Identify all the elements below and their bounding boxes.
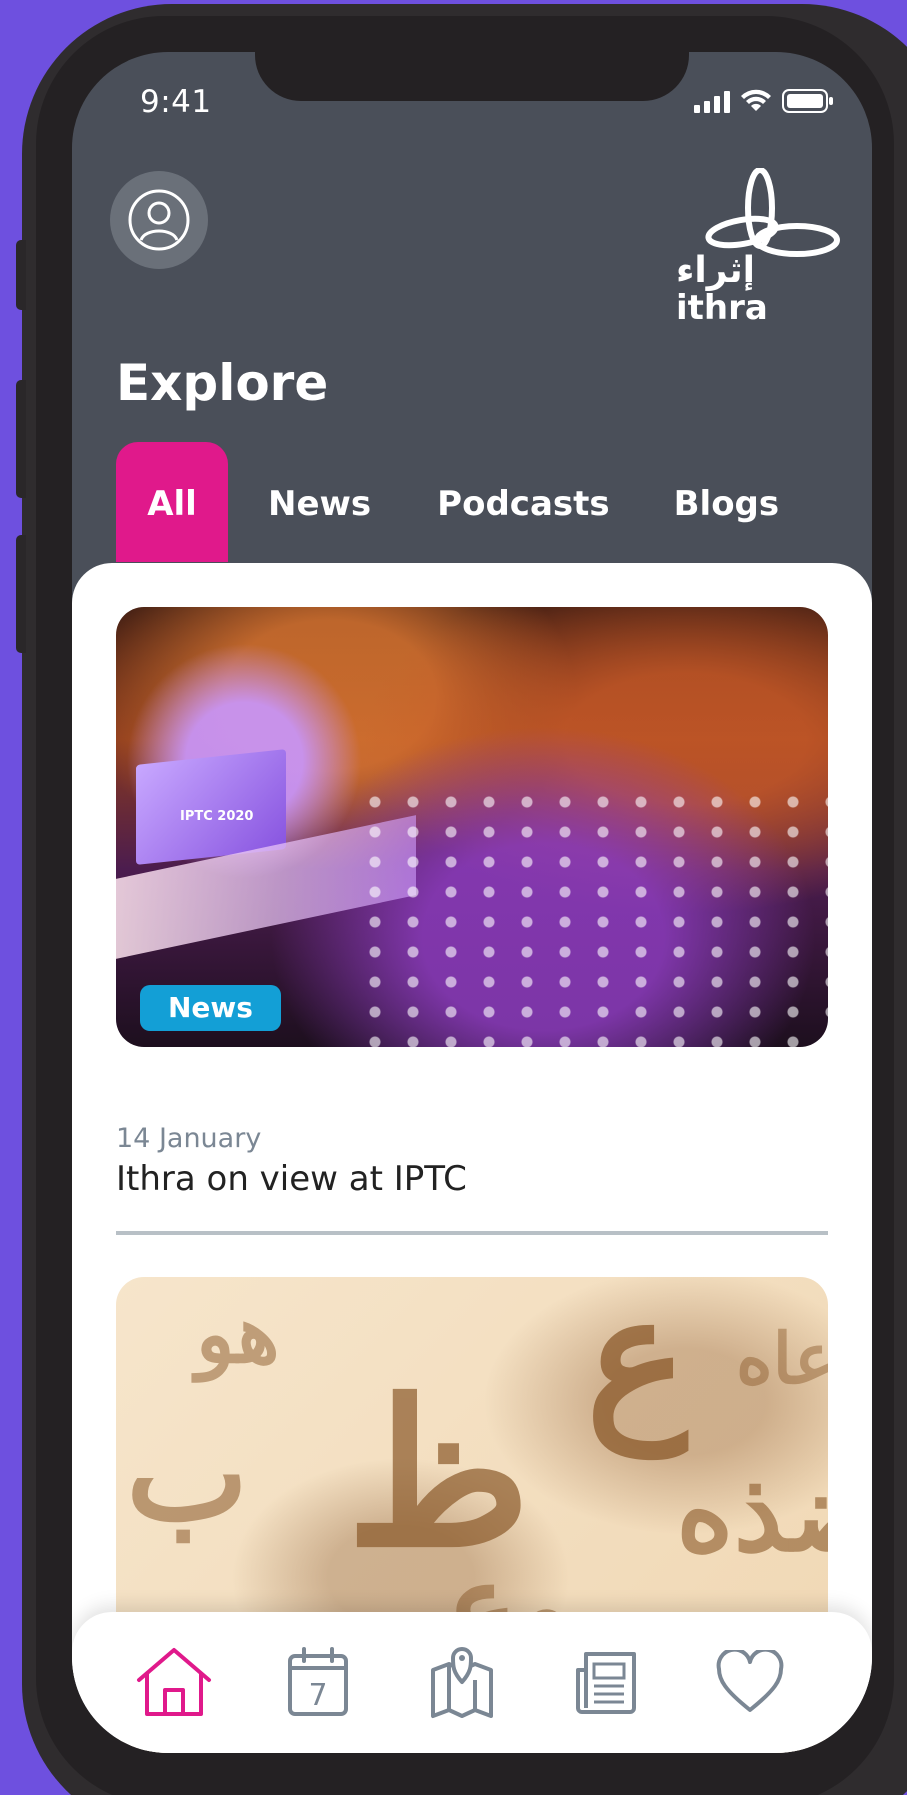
tab-all[interactable]: All bbox=[116, 442, 228, 562]
signal-icon bbox=[694, 91, 730, 113]
category-badge: News bbox=[140, 985, 281, 1031]
tables-pattern bbox=[356, 787, 828, 1047]
logo-text-arabic: إثراء bbox=[676, 250, 755, 291]
status-time: 9:41 bbox=[140, 84, 212, 120]
home-icon bbox=[137, 1648, 211, 1716]
divider bbox=[116, 1231, 828, 1235]
user-icon bbox=[128, 189, 190, 251]
calendar-icon: 7 bbox=[288, 1647, 348, 1716]
app-screen: 9:41 إثراء ithra Explore All News Podcas… bbox=[72, 52, 872, 1753]
news-icon bbox=[576, 1652, 636, 1714]
notch bbox=[255, 52, 689, 101]
feed-list: IPTC 2020 News 14 January Ithra on view … bbox=[72, 563, 872, 1753]
calligraphy-glyph: ب bbox=[126, 1397, 249, 1550]
card-title[interactable]: Ithra on view at IPTC bbox=[116, 1159, 467, 1199]
map-icon bbox=[431, 1647, 493, 1718]
volume-down-button bbox=[16, 535, 26, 653]
volume-up-button bbox=[16, 380, 26, 498]
calligraphy-glyph: عاه bbox=[736, 1317, 828, 1400]
page-title: Explore bbox=[116, 354, 329, 412]
calligraphy-glyph: ضذه bbox=[676, 1447, 828, 1576]
battery-icon bbox=[782, 89, 833, 113]
calligraphy-glyph: هو bbox=[196, 1287, 280, 1381]
heart-icon bbox=[716, 1650, 784, 1712]
tab-blogs[interactable]: Blogs bbox=[642, 442, 812, 562]
mute-switch bbox=[16, 240, 26, 310]
card-date: 14 January bbox=[116, 1123, 262, 1154]
calendar-day: 7 bbox=[308, 1678, 327, 1713]
feed-card-image[interactable]: IPTC 2020 News bbox=[116, 607, 828, 1047]
nav-news[interactable] bbox=[566, 1642, 646, 1722]
nav-map[interactable] bbox=[422, 1642, 502, 1722]
tab-podcasts[interactable]: Podcasts bbox=[403, 442, 641, 562]
image-caption: IPTC 2020 bbox=[180, 809, 254, 824]
tab-news[interactable]: News bbox=[228, 442, 403, 562]
nav-home[interactable] bbox=[134, 1642, 214, 1722]
category-tabs: All News Podcasts Blogs bbox=[116, 442, 811, 562]
logo-text-english: ithra bbox=[676, 288, 768, 328]
nav-calendar[interactable]: 7 bbox=[278, 1642, 358, 1722]
calligraphy-glyph: ع bbox=[586, 1277, 688, 1457]
wifi-icon bbox=[741, 89, 771, 111]
nav-favorites[interactable] bbox=[710, 1642, 790, 1722]
profile-button[interactable] bbox=[110, 171, 208, 269]
status-icons bbox=[694, 89, 834, 113]
bottom-navigation: 7 bbox=[72, 1612, 872, 1753]
